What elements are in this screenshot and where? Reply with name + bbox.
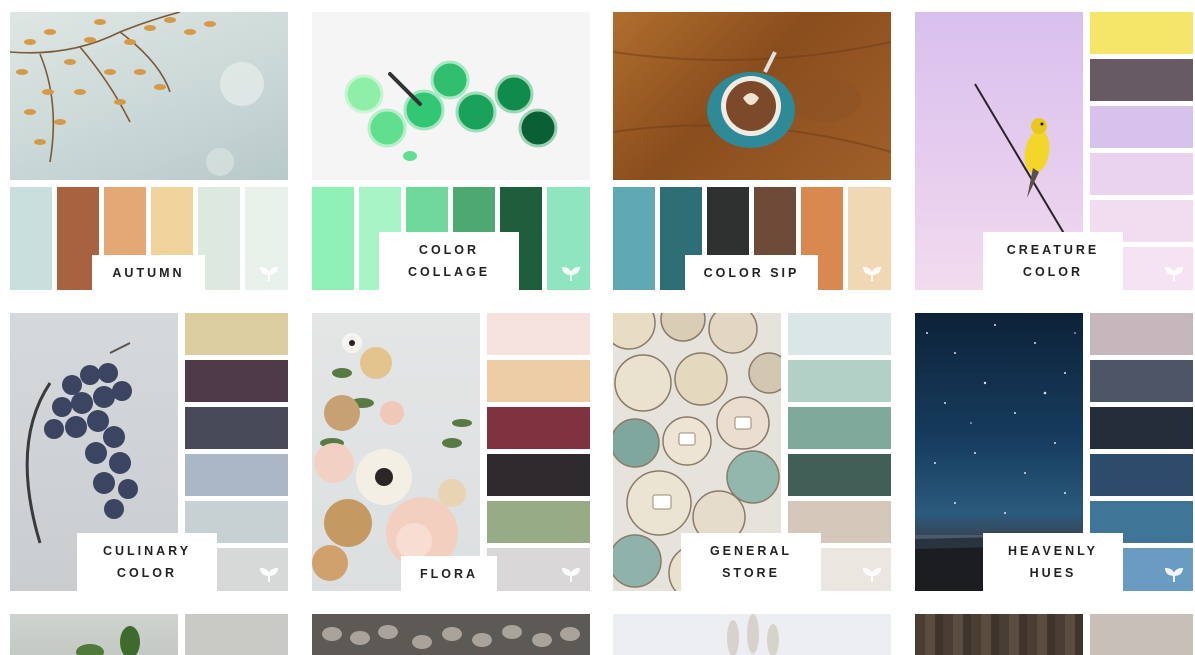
palette-title: COLOR SIP <box>685 255 818 290</box>
swatch-1 <box>1090 313 1193 355</box>
swatch-2 <box>1090 59 1193 101</box>
leaf-sprout-icon <box>556 561 586 589</box>
swatch-1 <box>487 313 590 355</box>
palette-title: HEAVENLY HUES <box>983 533 1123 591</box>
card-flora[interactable]: FLORA <box>312 313 590 591</box>
leaf-sprout-icon <box>857 561 887 589</box>
card-culinary-color[interactable]: CULINARY COLOR <box>10 313 288 591</box>
palette-title-line: CULINARY <box>102 544 192 558</box>
swatch-4 <box>185 454 288 496</box>
leaf-sprout-icon <box>857 260 887 288</box>
palette-title: FLORA <box>401 556 497 591</box>
swatch-1 <box>788 313 891 355</box>
palette-title: AUTUMN <box>92 255 205 290</box>
card-partial-1[interactable] <box>10 614 288 655</box>
palette-title: CREATURE COLOR <box>983 232 1123 290</box>
card-heavenly-hues[interactable]: HEAVENLY HUES <box>915 313 1193 591</box>
leaf-sprout-icon <box>1159 561 1189 589</box>
palette-title-line: GENERAL <box>709 544 793 558</box>
partial-photo <box>10 614 178 655</box>
color-collage-photo <box>312 12 590 180</box>
swatch-3 <box>1090 106 1193 148</box>
leaf-sprout-icon <box>254 260 284 288</box>
swatch-1 <box>10 187 52 290</box>
palette-title-line: FLORA <box>419 566 479 581</box>
swatch-3 <box>487 407 590 449</box>
swatch-1 <box>1090 12 1193 54</box>
card-partial-3[interactable] <box>613 614 891 655</box>
partial-swatch <box>185 614 288 655</box>
palette-title-line: COLLAGE <box>407 265 491 279</box>
palette-title-line: COLOR <box>1022 265 1084 279</box>
swatch-1 <box>185 313 288 355</box>
card-color-sip[interactable]: COLOR SIP <box>613 12 891 290</box>
palette-title-line: HUES <box>1029 566 1077 580</box>
autumn-photo <box>10 12 288 180</box>
swatch-3 <box>788 407 891 449</box>
swatch-2 <box>788 360 891 402</box>
swatch-1 <box>312 187 354 290</box>
palette-title-line: COLOR SIP <box>703 265 800 280</box>
swatch-4 <box>788 454 891 496</box>
swatch-2 <box>185 360 288 402</box>
palette-title-line: CREATURE <box>1006 243 1100 257</box>
card-general-store[interactable]: GENERAL STORE <box>613 313 891 591</box>
palette-title: COLOR COLLAGE <box>379 232 519 290</box>
color-sip-photo <box>613 12 891 180</box>
leaf-sprout-icon <box>556 260 586 288</box>
card-partial-4[interactable] <box>915 614 1193 655</box>
swatch-4 <box>487 454 590 496</box>
palette-title: GENERAL STORE <box>681 533 821 591</box>
leaf-sprout-icon <box>1159 260 1189 288</box>
palette-title-line: COLOR <box>418 243 480 257</box>
partial-photo <box>915 614 1083 655</box>
palette-title-line: STORE <box>722 566 780 580</box>
card-autumn[interactable]: AUTUMN <box>10 12 288 290</box>
flora-photo <box>312 313 480 591</box>
swatch-2 <box>487 360 590 402</box>
swatch-4 <box>1090 153 1193 195</box>
swatch-4 <box>1090 454 1193 496</box>
swatch-3 <box>1090 407 1193 449</box>
card-partial-2[interactable] <box>312 614 590 655</box>
card-color-collage[interactable]: COLOR COLLAGE <box>312 12 590 290</box>
leaf-sprout-icon <box>254 561 284 589</box>
partial-swatch <box>1090 614 1193 655</box>
palette-title-line: AUTUMN <box>112 265 185 280</box>
palette-title: CULINARY COLOR <box>77 533 217 591</box>
palette-title-line: HEAVENLY <box>1008 544 1098 558</box>
swatch-2 <box>1090 360 1193 402</box>
swatch-1 <box>613 187 655 290</box>
swatch-5 <box>487 501 590 543</box>
card-creature-color[interactable]: CREATURE COLOR <box>915 12 1193 290</box>
swatch-3 <box>185 407 288 449</box>
palette-title-line: COLOR <box>116 566 178 580</box>
